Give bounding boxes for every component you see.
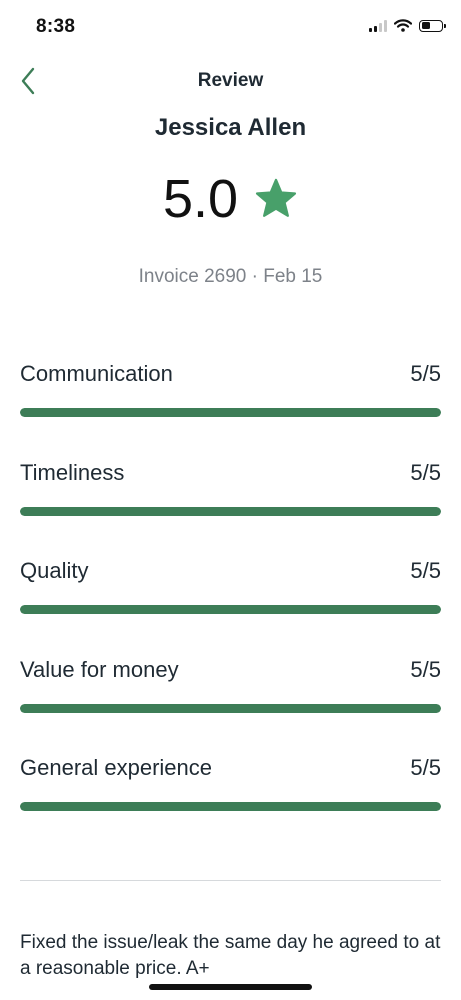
category-value-for-money: Value for money 5/5	[20, 654, 441, 753]
status-icons	[369, 19, 446, 32]
wifi-icon	[394, 19, 412, 32]
cellular-signal-icon	[369, 19, 387, 32]
invoice-line: Invoice 2690 · Feb 15	[138, 266, 323, 287]
status-time: 8:38	[36, 16, 76, 37]
category-label: Quality	[20, 558, 89, 583]
category-label: Timeliness	[20, 459, 125, 485]
rating-value: 5.0	[162, 169, 239, 229]
category-score: 5/5	[410, 558, 441, 583]
home-indicator[interactable]	[149, 984, 312, 990]
rating-bar	[20, 408, 441, 417]
rating-bar	[20, 506, 441, 516]
category-label: Value for money	[20, 656, 179, 682]
rating-bar	[20, 802, 441, 811]
nav-bar: Review	[0, 62, 461, 102]
rating-bar-fill	[20, 703, 441, 713]
category-score: 5/5	[410, 755, 441, 780]
star-icon	[255, 178, 297, 217]
category-score: 5/5	[410, 361, 441, 386]
overall-rating: 5.0	[0, 172, 461, 226]
rating-bar-fill	[20, 802, 441, 811]
review-comment: Fixed the issue/leak the same day he agr…	[20, 932, 441, 979]
rating-bar-fill	[20, 506, 441, 516]
rating-bar-fill	[20, 605, 441, 614]
category-ratings: Communication 5/5 Timeliness 5/5 Quality…	[20, 358, 441, 851]
category-label: General experience	[20, 755, 213, 780]
category-quality: Quality 5/5	[20, 555, 441, 654]
rating-bar	[20, 605, 441, 614]
category-communication: Communication 5/5	[20, 358, 441, 457]
category-score: 5/5	[410, 459, 441, 485]
rating-bar-fill	[20, 408, 441, 417]
divider	[20, 880, 441, 881]
category-score: 5/5	[410, 656, 441, 682]
category-timeliness: Timeliness 5/5	[20, 457, 441, 556]
reviewer-name: Jessica Allen	[154, 114, 307, 141]
category-general-experience: General experience 5/5	[20, 752, 441, 851]
status-bar: 8:38	[0, 0, 461, 56]
category-label: Communication	[20, 361, 173, 386]
battery-icon	[419, 19, 446, 32]
rating-bar	[20, 703, 441, 713]
page-title: Review	[197, 70, 264, 91]
